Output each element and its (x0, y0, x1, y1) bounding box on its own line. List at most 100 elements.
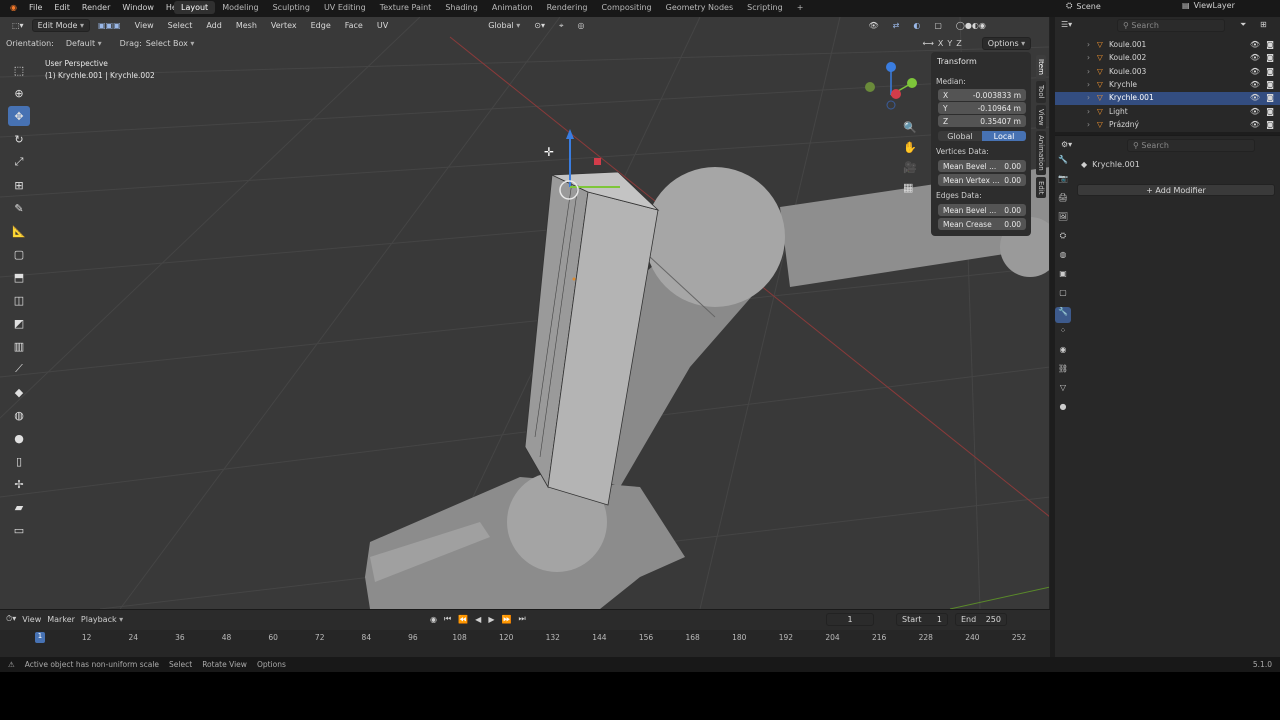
object-tab-icon[interactable]: ▢ (1055, 288, 1071, 304)
extrude-tool-icon[interactable]: ⬒ (8, 267, 30, 287)
render-camera-icon[interactable]: ◙ (1266, 53, 1274, 62)
data-tab-icon[interactable]: ▽ (1055, 383, 1071, 399)
render-camera-icon[interactable]: ◙ (1266, 80, 1274, 89)
visibility-eye-icon[interactable]: 👁 (1250, 80, 1260, 89)
view-menu[interactable]: View (129, 20, 160, 31)
tab-item[interactable]: Item (1036, 55, 1046, 79)
play-icon[interactable]: ▶ (488, 615, 494, 624)
loop-cut-tool-icon[interactable]: ▥ (8, 336, 30, 356)
select-mode-icons[interactable]: ▣▣▣ (92, 20, 127, 31)
view-layer-tab-icon[interactable]: 🖼 (1055, 212, 1071, 228)
render-camera-icon[interactable]: ◙ (1266, 93, 1274, 102)
outliner-row[interactable]: › ▽ Koule.001 👁 ◙ (1055, 39, 1280, 52)
expand-chevron-icon[interactable]: › (1087, 40, 1090, 49)
render-camera-icon[interactable]: ◙ (1266, 67, 1274, 76)
current-frame-field[interactable]: 1 (826, 613, 874, 626)
median-z-field[interactable]: Z 0.35407 m (938, 115, 1026, 127)
ortho-grid-icon[interactable]: ▦ (903, 178, 917, 198)
expand-chevron-icon[interactable]: › (1087, 80, 1090, 89)
select-box-tool-icon[interactable]: ⬚ (8, 60, 30, 80)
end-frame-field[interactable]: End 250 (955, 613, 1007, 626)
cursor-tool-icon[interactable]: ⊕ (8, 83, 30, 103)
face-menu[interactable]: Face (339, 20, 369, 31)
timeline-marker-menu[interactable]: Marker (47, 615, 75, 624)
local-button[interactable]: Local (982, 131, 1026, 141)
modifier-tab-icon[interactable]: 🔧 (1055, 307, 1071, 323)
expand-chevron-icon[interactable]: › (1087, 120, 1090, 129)
expand-chevron-icon[interactable]: › (1087, 53, 1090, 62)
edge-mean-crease-field[interactable]: Mean Crease 0.00 (938, 218, 1026, 230)
render-camera-icon[interactable]: ◙ (1266, 120, 1274, 129)
inset-tool-icon[interactable]: ◫ (8, 290, 30, 310)
mode-selector[interactable]: Edit Mode (31, 19, 90, 32)
global-button[interactable]: Global (938, 131, 982, 141)
rotate-tool-icon[interactable]: ↻ (8, 129, 30, 149)
edge-mean-bevel-field[interactable]: Mean Bevel ... 0.00 (938, 204, 1026, 216)
outliner-row[interactable]: › ▽ Light 👁 ◙ (1055, 106, 1280, 119)
axis-x[interactable]: X (938, 39, 943, 48)
knife-tool-icon[interactable]: ⟋ (8, 359, 30, 379)
filter-icon[interactable]: ⏷ (1240, 20, 1246, 30)
edge-slide-tool-icon[interactable]: ▯ (8, 451, 30, 471)
menu-render[interactable]: Render (76, 2, 116, 13)
navigation-gizmo[interactable] (865, 62, 917, 110)
timeline-view-menu[interactable]: View (22, 615, 41, 624)
tab-scripting[interactable]: Scripting (740, 1, 790, 14)
world-tab-icon[interactable]: ◍ (1055, 250, 1071, 266)
visibility-eye-icon[interactable]: 👁 (1250, 107, 1260, 116)
edge-menu[interactable]: Edge (305, 20, 337, 31)
outliner-row[interactable]: › ▽ Prázdný 👁 ◙ (1055, 119, 1280, 132)
median-y-field[interactable]: Y -0.10964 m (938, 102, 1026, 114)
add-cube-tool-icon[interactable]: ▢ (8, 244, 30, 264)
scene-tab-icon[interactable]: ⛭ (1055, 231, 1071, 247)
gizmo-toggle-icon[interactable]: ⇄ (887, 20, 906, 31)
visibility-eye-icon[interactable]: 👁 (1250, 53, 1260, 62)
outliner-row[interactable]: › ▽ Krychle 👁 ◙ (1055, 79, 1280, 92)
menu-file[interactable]: File (23, 2, 48, 13)
properties-search-input[interactable]: ⚲ Search (1127, 139, 1255, 152)
physics-tab-icon[interactable]: ◉ (1055, 345, 1071, 361)
add-workspace-icon[interactable]: + (790, 1, 811, 14)
tab-shading[interactable]: Shading (438, 1, 485, 14)
move-tool-icon[interactable]: ✥ (8, 106, 30, 126)
pivot-icon[interactable]: ⊙▾ (528, 20, 551, 31)
3d-viewport[interactable]: ✛ ⬚▾ Edit Mode ▣▣▣ View Select Add Mesh … (0, 17, 1050, 609)
tab-layout[interactable]: Layout (174, 1, 216, 14)
pan-hand-icon[interactable]: ✋ (903, 138, 917, 158)
output-tab-icon[interactable]: 🖨 (1055, 193, 1071, 209)
vertex-menu[interactable]: Vertex (265, 20, 303, 31)
poly-build-tool-icon[interactable]: ◆ (8, 382, 30, 402)
tab-view[interactable]: View (1036, 104, 1046, 130)
editor-type-icon[interactable]: ⬚▾ (6, 20, 30, 31)
shading-modes-icon[interactable]: ◯●◐◉ (950, 20, 992, 31)
render-camera-icon[interactable]: ◙ (1266, 107, 1274, 116)
camera-view-icon[interactable]: 🎥 (903, 158, 917, 178)
tab-modeling[interactable]: Modeling (215, 1, 265, 14)
material-tab-icon[interactable]: ● (1055, 402, 1071, 418)
axis-y[interactable]: Y (947, 39, 952, 48)
outliner-editor-icon[interactable]: ☰▾ (1061, 20, 1072, 29)
uv-menu[interactable]: UV (371, 20, 394, 31)
options-dropdown[interactable]: Options (981, 36, 1032, 50)
play-reverse-icon[interactable]: ◀ (475, 615, 481, 624)
jump-start-icon[interactable]: ⏮ (444, 614, 451, 624)
start-frame-field[interactable]: Start 1 (896, 613, 948, 626)
render-camera-icon[interactable]: ◙ (1266, 40, 1274, 49)
axis-z[interactable]: Z (956, 39, 961, 48)
tab-texture-paint[interactable]: Texture Paint (373, 1, 439, 14)
tab-animation[interactable]: Animation (485, 1, 540, 14)
median-x-field[interactable]: X -0.003833 m (938, 89, 1026, 101)
outliner-search-input[interactable]: ⚲ Search (1117, 19, 1225, 32)
vertex-mean-weight-field[interactable]: Mean Vertex ... 0.00 (938, 174, 1026, 186)
zoom-icon[interactable]: 🔍 (903, 118, 917, 138)
proportional-edit-icon[interactable]: ◎ (572, 20, 591, 31)
drag-dropdown[interactable]: Select Box (146, 39, 195, 48)
next-keyframe-icon[interactable]: ⏩ (501, 615, 511, 624)
outliner-row[interactable]: › ▽ Krychle.001 👁 ◙ (1055, 92, 1280, 106)
blender-logo-icon[interactable]: ◉ (4, 2, 23, 13)
particles-tab-icon[interactable]: ⁘ (1055, 326, 1071, 342)
frame-ruler[interactable]: 1 12 24 36 48 60 72 84 96 108 120 132 144 156 168 180 19… (0, 630, 1050, 658)
expand-chevron-icon[interactable]: › (1087, 93, 1090, 102)
visibility-eye-icon[interactable]: 👁 (1250, 67, 1260, 76)
expand-chevron-icon[interactable]: › (1087, 67, 1090, 76)
